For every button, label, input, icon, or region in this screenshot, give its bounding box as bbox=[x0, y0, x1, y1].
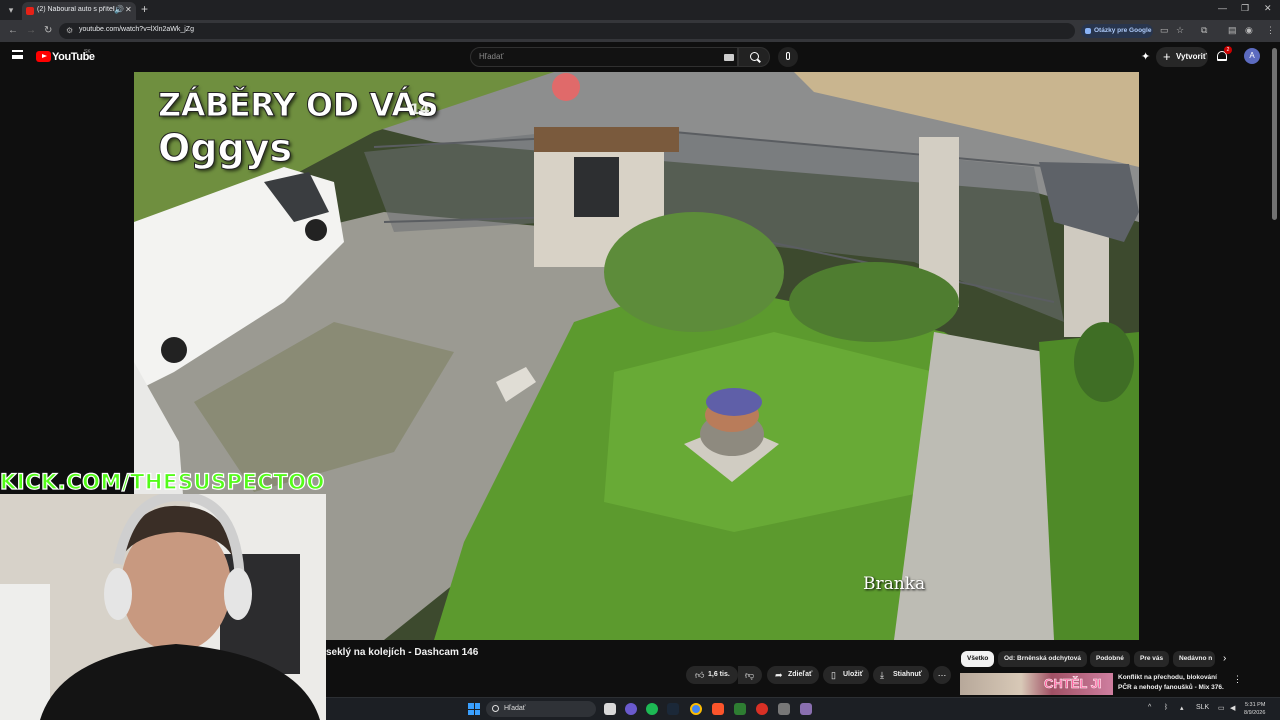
overlay-title: ZÁBĚRY OD VÁS bbox=[157, 86, 439, 125]
minimize-icon[interactable]: — bbox=[1218, 3, 1227, 13]
kick-banner: KICK.COM/THESUSPECTOO bbox=[0, 469, 325, 494]
chip-for-you[interactable]: Pre vás bbox=[1134, 651, 1170, 667]
address-bar[interactable]: ⚙ youtube.com/watch?v=lXln2aWk_jZg bbox=[59, 23, 1075, 39]
volume-icon[interactable]: ◀ bbox=[1230, 704, 1235, 712]
extensions-icon[interactable]: ⧉ bbox=[1201, 25, 1207, 36]
like-count: 1,6 tis. bbox=[708, 671, 730, 678]
steam-app-icon[interactable] bbox=[667, 703, 679, 715]
network-icon[interactable]: ▴ bbox=[1180, 704, 1184, 712]
youtube-logo-icon[interactable] bbox=[36, 51, 51, 62]
chip-recent[interactable]: Nedávno n bbox=[1173, 651, 1215, 667]
search-icon bbox=[750, 52, 759, 61]
browser-tab[interactable]: (2) Naboural auto s přítelkyní - Dashcam… bbox=[22, 2, 136, 20]
download-icon: ⤓ bbox=[880, 670, 884, 680]
tab-title: (2) Naboural auto s přítelkyní - Dashcam… bbox=[37, 6, 115, 13]
youtube-favicon-icon bbox=[26, 7, 34, 15]
more-actions-button[interactable]: … bbox=[933, 666, 951, 684]
recommendation-thumbnail[interactable]: CHTĚL JI bbox=[960, 673, 1113, 695]
reload-icon[interactable]: ↻ bbox=[44, 25, 52, 36]
new-tab-button[interactable]: + bbox=[141, 2, 148, 16]
tray-chevron-icon[interactable]: ^ bbox=[1148, 704, 1151, 711]
maximize-icon[interactable]: ❐ bbox=[1241, 3, 1249, 14]
audio-playing-icon[interactable]: 🔊 bbox=[114, 5, 124, 14]
url-text: youtube.com/watch?v=lXln2aWk_jZg bbox=[79, 26, 194, 33]
clock-date: 8/9/2026 bbox=[1244, 710, 1266, 716]
recommendation-menu-icon[interactable]: ⋮ bbox=[1233, 674, 1242, 685]
thumbnail-text: CHTĚL JI bbox=[1044, 676, 1102, 692]
country-code: SK bbox=[84, 49, 91, 55]
bookmark-star-icon[interactable]: ☆ bbox=[1176, 25, 1184, 36]
video-title: seklý na kolejích - Dashcam 146 bbox=[326, 647, 479, 658]
browser-menu-icon[interactable]: ⋮ bbox=[1266, 25, 1275, 36]
obs-app-icon[interactable] bbox=[756, 703, 768, 715]
search-placeholder: Hľadať bbox=[479, 52, 504, 61]
recommendation-title[interactable]: Konflikt na přechodu, blokování PČR a ne… bbox=[1118, 673, 1228, 692]
overlay-number: 14 bbox=[410, 102, 430, 118]
search-button[interactable] bbox=[738, 47, 770, 67]
site-info-icon[interactable]: ⚙ bbox=[66, 26, 73, 35]
app-icon[interactable] bbox=[778, 703, 790, 715]
download-button[interactable]: ⤓ Stiahnuť bbox=[873, 666, 929, 684]
taskbar-clock[interactable]: 5:31 PM 8/9/2026 bbox=[1244, 701, 1265, 717]
avatar[interactable]: A bbox=[1244, 48, 1260, 64]
youtube-header: YouTube SK Hľadať ✦ Vytvoriť 2 A bbox=[0, 42, 1280, 72]
bluetooth-icon[interactable]: ᛒ bbox=[1164, 704, 1168, 711]
webcam-feed bbox=[0, 494, 326, 720]
chrome-app-icon[interactable] bbox=[690, 703, 702, 715]
back-icon[interactable]: ← bbox=[8, 25, 18, 36]
google-questions-button[interactable]: Otázky pre Google bbox=[1081, 24, 1153, 38]
overlay-camera-label: Branka bbox=[863, 574, 926, 594]
create-button[interactable]: Vytvoriť bbox=[1156, 47, 1208, 67]
spotify-app-icon[interactable] bbox=[646, 703, 658, 715]
discord-app-icon[interactable] bbox=[625, 703, 637, 715]
close-tab-icon[interactable]: ✕ bbox=[125, 5, 132, 14]
browser-tab-strip: ▾ (2) Naboural auto s přítelkyní - Dashc… bbox=[0, 0, 1280, 20]
task-view-icon[interactable] bbox=[604, 703, 616, 715]
forward-icon[interactable]: → bbox=[26, 25, 36, 36]
profile-icon[interactable]: ◉ bbox=[1245, 25, 1253, 36]
share-icon: ➦ bbox=[775, 670, 783, 680]
chevron-right-icon[interactable]: › bbox=[1223, 653, 1226, 664]
brave-app-icon[interactable] bbox=[712, 703, 724, 715]
language-indicator[interactable]: SLK bbox=[1196, 704, 1209, 711]
save-button[interactable]: ▯ Uložiť bbox=[823, 666, 869, 684]
files-app-icon[interactable] bbox=[734, 703, 746, 715]
chip-similar[interactable]: Podobné bbox=[1090, 651, 1130, 667]
close-window-icon[interactable]: ✕ bbox=[1264, 3, 1272, 14]
webcam-image bbox=[0, 494, 326, 720]
display-icon[interactable]: ▭ bbox=[1218, 704, 1225, 712]
tab-search-icon[interactable]: ▾ bbox=[4, 3, 18, 17]
save-label: Uložiť bbox=[843, 671, 864, 678]
chip-from-channel[interactable]: Od: Brněnská odchytová bbox=[998, 651, 1087, 667]
share-button[interactable]: ➦ Zdieľať bbox=[767, 666, 819, 684]
sidebar-icon[interactable]: ▤ bbox=[1228, 25, 1237, 36]
search-input[interactable]: Hľadať bbox=[470, 47, 738, 67]
dislike-button[interactable]: 👎︎ bbox=[738, 666, 762, 684]
taskbar-search-input[interactable]: Hľadať bbox=[486, 701, 596, 717]
download-label: Stiahnuť bbox=[893, 671, 923, 678]
keyboard-icon[interactable] bbox=[724, 54, 734, 61]
voice-search-icon[interactable] bbox=[778, 47, 798, 67]
page-scrollbar[interactable] bbox=[1272, 48, 1277, 220]
like-button[interactable]: 👍︎ 1,6 tis. bbox=[686, 666, 738, 684]
share-label: Zdieľať bbox=[788, 671, 813, 678]
hamburger-menu-icon[interactable] bbox=[12, 50, 23, 59]
windows-start-icon[interactable] bbox=[468, 703, 480, 715]
cast-icon[interactable]: ▭ bbox=[1160, 25, 1169, 36]
clock-time: 5:31 PM bbox=[1244, 702, 1266, 708]
save-icon: ▯ bbox=[831, 670, 836, 680]
ai-sparkle-icon[interactable]: ✦ bbox=[1141, 50, 1150, 63]
chip-all[interactable]: Všetko bbox=[961, 651, 995, 667]
app-icon-2[interactable] bbox=[800, 703, 812, 715]
notification-badge: 2 bbox=[1224, 46, 1232, 54]
windows-taskbar: Hľadať ^ ᛒ ▴ SLK ▭ ◀ 5:31 PM 8/9/2026 bbox=[326, 697, 1280, 720]
browser-toolbar: ← → ↻ ⚙ youtube.com/watch?v=lXln2aWk_jZg… bbox=[0, 20, 1280, 42]
overlay-author: Oggys bbox=[157, 126, 293, 171]
dislike-icon: 👎︎ bbox=[745, 670, 755, 680]
like-icon: 👍︎ bbox=[695, 670, 705, 680]
